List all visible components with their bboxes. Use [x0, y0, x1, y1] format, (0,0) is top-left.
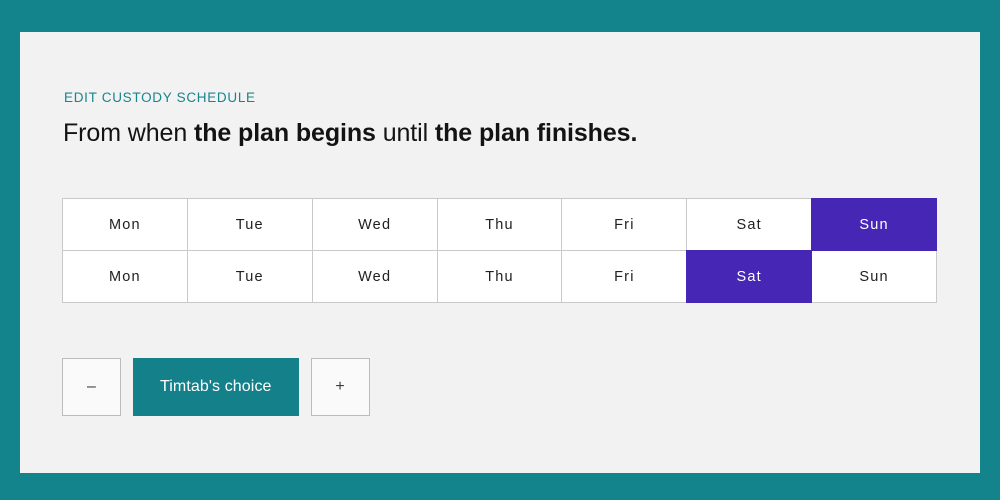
headline-bold-1: the plan begins [193, 119, 376, 147]
headline-bold-2: the plan finishes [434, 119, 631, 147]
day-cell-week-1-sat[interactable]: Sat [686, 198, 813, 251]
increment-weeks-button[interactable]: + [310, 358, 370, 416]
headline-text-3: . [630, 119, 638, 147]
day-cell-week-1-fri[interactable]: Fri [561, 198, 688, 251]
page-title: From when the plan begins until the plan… [63, 119, 637, 148]
headline-text-1: From when [63, 119, 194, 147]
section-eyebrow-label: EDIT CUSTODY SCHEDULE [64, 90, 256, 105]
day-row-week-1: Mon Tue Wed Thu Fri Sat Sun [62, 198, 938, 251]
day-cell-week-1-mon[interactable]: Mon [62, 198, 188, 251]
schedule-controls: – Timtab's choice + [62, 358, 370, 416]
day-cell-week-2-sun[interactable]: Sun [811, 250, 938, 303]
headline-text-2: until [375, 119, 435, 147]
day-cell-week-2-sat[interactable]: Sat [686, 250, 813, 303]
day-cell-week-1-wed[interactable]: Wed [311, 198, 438, 251]
custody-day-grid: Mon Tue Wed Thu Fri Sat Sun Mon Tue Wed Thu Fri Sat… [62, 198, 938, 303]
decrement-weeks-button[interactable]: – [62, 358, 121, 416]
day-cell-week-1-sun[interactable]: Sun [811, 198, 938, 251]
app-frame: EDIT CUSTODY SCHEDULE From when the plan… [0, 0, 1000, 500]
day-cell-week-2-thu[interactable]: Thu [436, 250, 563, 303]
timtabs-choice-button[interactable]: Timtab's choice [133, 358, 299, 416]
day-cell-week-2-fri[interactable]: Fri [561, 250, 688, 303]
day-cell-week-2-tue[interactable]: Tue [186, 250, 313, 303]
day-cell-week-1-thu[interactable]: Thu [436, 198, 563, 251]
day-row-week-2: Mon Tue Wed Thu Fri Sat Sun [62, 250, 938, 303]
day-cell-week-2-mon[interactable]: Mon [62, 250, 188, 303]
day-cell-week-1-tue[interactable]: Tue [186, 198, 313, 251]
day-cell-week-2-wed[interactable]: Wed [311, 250, 438, 303]
content-panel: EDIT CUSTODY SCHEDULE From when the plan… [20, 32, 980, 473]
